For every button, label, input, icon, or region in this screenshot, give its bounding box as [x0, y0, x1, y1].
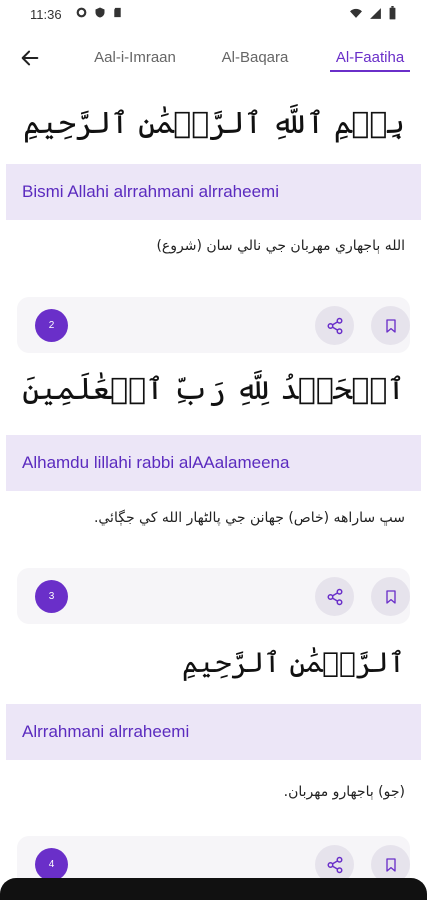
tab-al-faatiha[interactable]: Al-Faatiha [330, 30, 410, 86]
status-time: 11:36 [30, 7, 62, 22]
bookmark-button[interactable] [371, 306, 410, 345]
status-icons-left [75, 6, 123, 19]
verse-arabic: بِسۡمِ ٱللَّهِ ٱلرَّحۡمَٰنِ ٱلرَّحِيمِ [23, 106, 405, 141]
signal-icon [370, 7, 381, 19]
bookmark-icon [385, 589, 396, 604]
verse-number-badge: 4 [35, 848, 68, 881]
share-button[interactable] [315, 306, 354, 345]
status-bar: 11:36 [0, 0, 427, 30]
verse-transliteration: Alhamdu lillahi rabbi alAAalameena [6, 435, 421, 491]
battery-icon [389, 6, 396, 20]
bookmark-button[interactable] [371, 577, 410, 616]
verse-arabic: ٱلرَّحۡمَٰنِ ٱلرَّحِيمِ [182, 646, 405, 679]
sd-card-icon [114, 7, 121, 18]
tab-aal-i-imraan[interactable]: Aal-i-Imraan [80, 30, 190, 86]
share-icon [327, 588, 342, 605]
tab-al-baqara[interactable]: Al-Baqara [190, 30, 320, 86]
share-icon [327, 856, 342, 873]
bookmark-icon [385, 318, 396, 333]
verse-arabic: ٱلۡحَمۡدُ لِلَّهِ رَبِّ ٱلۡعَٰلَمِينَ [22, 372, 405, 407]
verse-translation: الله ٻاجهاري مهربان جي نالي سان (شروع) [156, 238, 405, 254]
verse-number-badge: 2 [35, 309, 68, 342]
verse-action-bar: 2 [17, 297, 410, 353]
verse-translation: سڀ ساراهه (خاص) جهانن جي پالڻهار الله کي… [93, 510, 405, 526]
arrow-left-icon [21, 50, 39, 66]
verse-number-badge: 3 [35, 580, 68, 613]
top-app-bar: Aal-i-Imraan Al-Baqara Al-Faatiha [0, 30, 427, 86]
bookmark-icon [385, 857, 396, 872]
wifi-icon [350, 8, 362, 18]
verse-transliteration: Bismi Allahi alrrahmani alrraheemi [6, 164, 421, 220]
share-button[interactable] [315, 577, 354, 616]
surah-tabs: Aal-i-Imraan Al-Baqara Al-Faatiha [80, 30, 417, 86]
shield-icon [95, 7, 105, 18]
settings-icon [76, 7, 87, 18]
gesture-nav-bar[interactable] [0, 878, 427, 900]
share-icon [327, 317, 342, 334]
verse-transliteration: Alrrahmani alrraheemi [6, 704, 421, 760]
verse-action-bar: 3 [17, 568, 410, 624]
verse-translation: (جو) ٻاجهارو مهربان. [283, 784, 405, 800]
verse-list[interactable]: بِسۡمِ ٱللَّهِ ٱلرَّحۡمَٰنِ ٱلرَّحِيمِ B… [0, 86, 427, 900]
status-icons-right [349, 6, 397, 20]
back-button[interactable] [14, 42, 46, 74]
